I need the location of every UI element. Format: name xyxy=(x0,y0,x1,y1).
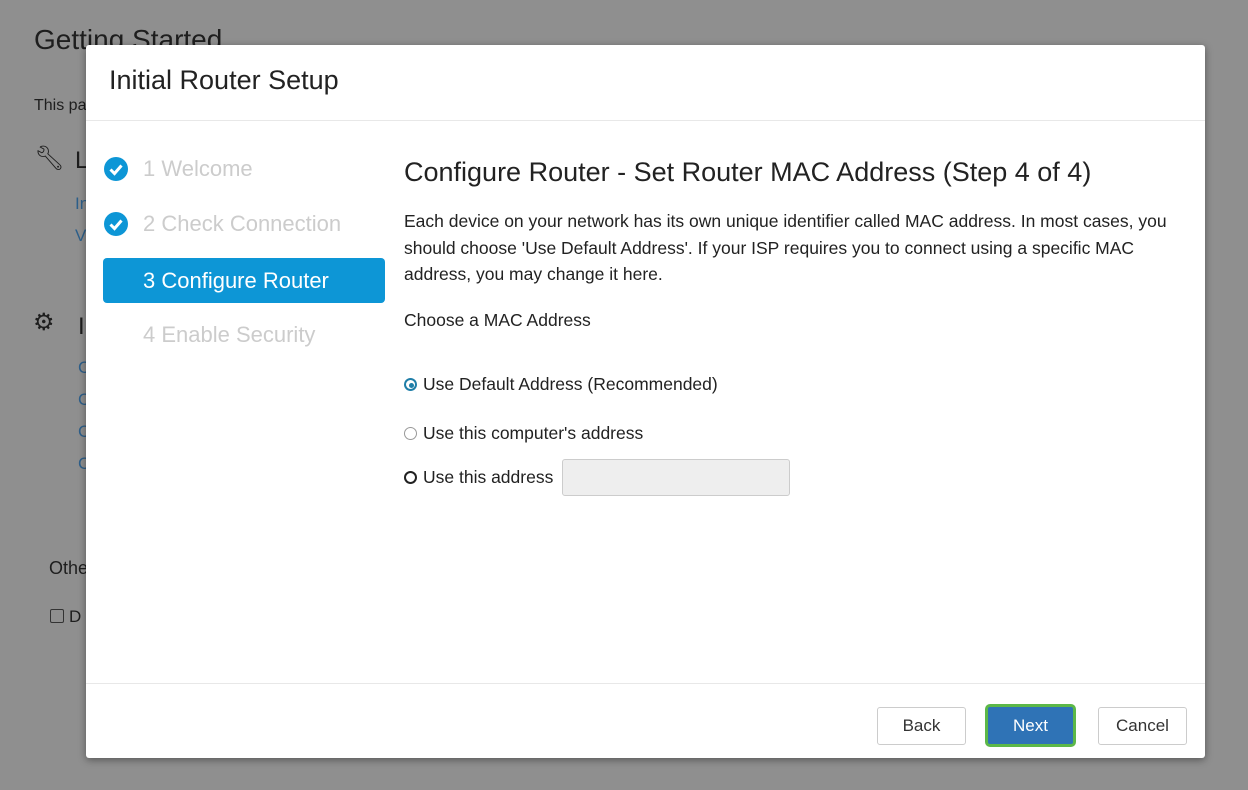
bg-intro: This pa xyxy=(34,97,87,114)
radio-selected-icon[interactable] xyxy=(404,378,417,391)
choose-label: Choose a MAC Address xyxy=(404,309,591,330)
check-icon xyxy=(104,211,128,236)
setup-dialog: Initial Router Setup 1 Welcome 2 Check C… xyxy=(86,45,1205,758)
radio-icon[interactable] xyxy=(404,427,417,440)
step-description: Each device on your network has its own … xyxy=(404,211,1167,284)
step-configure-router[interactable]: 3 Configure Router xyxy=(103,258,385,303)
radio-label: Use Default Address (Recommended) xyxy=(423,374,718,394)
mac-address-input[interactable] xyxy=(562,459,791,496)
bg-section2-heading: I xyxy=(78,313,85,340)
cancel-button[interactable]: Cancel xyxy=(1098,707,1187,745)
dialog-title: Initial Router Setup xyxy=(109,65,339,95)
step-enable-security[interactable]: 4 Enable Security xyxy=(103,312,385,357)
radio-label: Use this computer's address xyxy=(423,423,644,443)
back-button[interactable]: Back xyxy=(877,707,966,745)
step-content: Configure Router - Set Router MAC Addres… xyxy=(404,157,1184,331)
step-label: 1 Welcome xyxy=(143,155,253,181)
step-heading: Configure Router - Set Router MAC Addres… xyxy=(404,157,1092,187)
step-label: 2 Check Connection xyxy=(143,210,342,236)
radio-icon[interactable] xyxy=(404,471,417,484)
radio-computer-address[interactable]: Use this computer's address xyxy=(404,423,643,444)
step-label: 4 Enable Security xyxy=(143,321,316,347)
radio-default-address[interactable]: Use Default Address (Recommended) xyxy=(404,374,718,395)
dialog-footer xyxy=(86,683,1205,684)
bg-other: Othe xyxy=(49,558,89,578)
bg-link[interactable]: V xyxy=(75,226,86,246)
check-icon xyxy=(104,156,128,181)
radio-this-address[interactable]: Use this address xyxy=(404,459,791,496)
step-label: 3 Configure Router xyxy=(143,267,329,293)
bg-checkbox-label: D xyxy=(69,607,82,626)
dialog-header: Initial Router Setup xyxy=(86,45,1205,121)
step-check-connection[interactable]: 2 Check Connection xyxy=(103,201,385,246)
radio-label: Use this address xyxy=(423,467,554,487)
step-welcome[interactable]: 1 Welcome xyxy=(103,146,385,191)
gears-icon: ⚙︎ xyxy=(33,309,55,336)
next-button[interactable]: Next xyxy=(985,704,1076,747)
wrench-icon: 🔧︎ xyxy=(34,145,65,172)
bg-checkbox[interactable] xyxy=(50,609,64,623)
